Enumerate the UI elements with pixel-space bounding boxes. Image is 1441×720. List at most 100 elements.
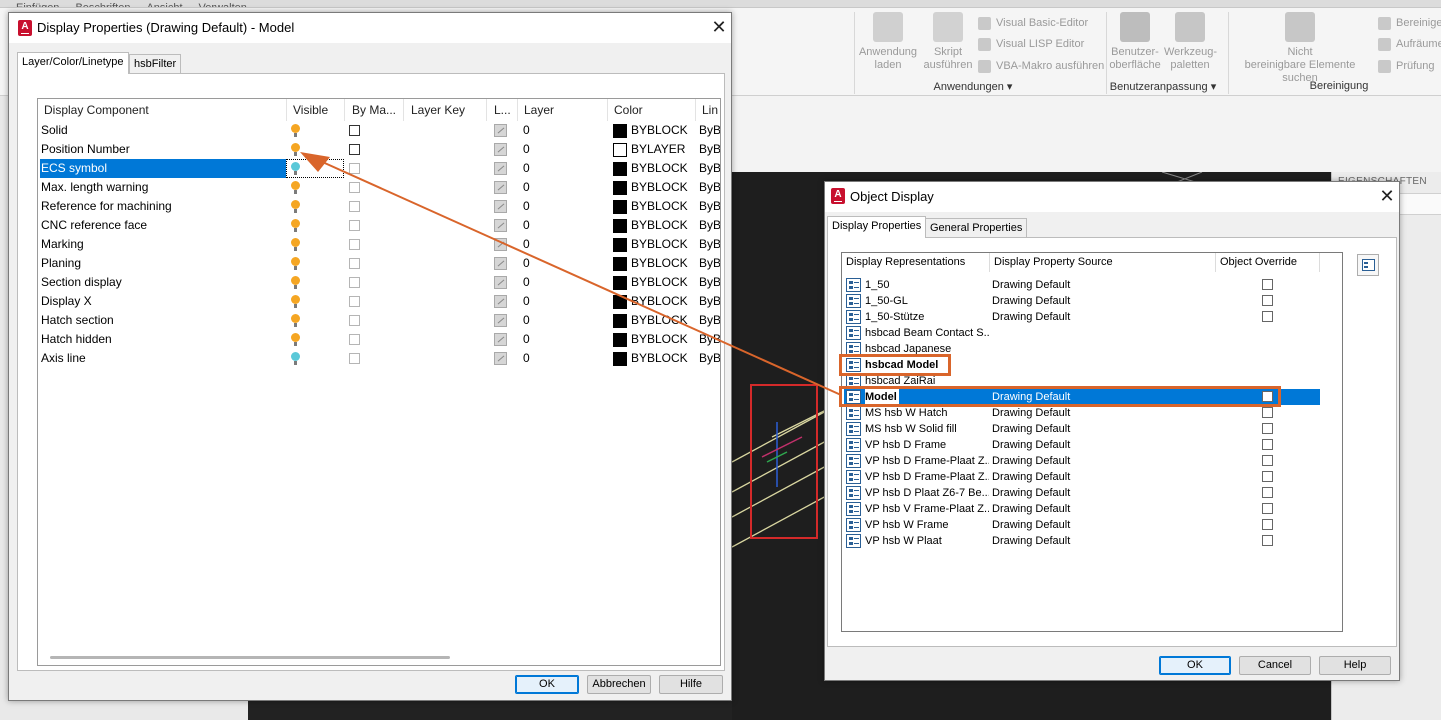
table-row[interactable]: Axis line 0 BYBLOCK ByB — [38, 349, 720, 368]
edit-display-properties-icon[interactable] — [1357, 254, 1379, 276]
help-button[interactable]: Help — [1319, 656, 1391, 675]
by-material-checkbox[interactable] — [349, 258, 360, 269]
table-row[interactable]: hsbcad Model — [844, 357, 1320, 373]
column-header[interactable]: Object Override — [1216, 253, 1320, 272]
object-override-checkbox[interactable] — [1262, 439, 1273, 450]
table-row[interactable]: Section display 0 BYBLOCK ByB — [38, 273, 720, 292]
lightbulb-icon[interactable] — [291, 352, 300, 365]
ribbon-small-button[interactable]: Bereinige — [1378, 17, 1441, 30]
object-override-checkbox[interactable] — [1262, 391, 1273, 402]
table-row[interactable]: Planing 0 BYBLOCK ByB — [38, 254, 720, 273]
layer-key-lock-icon[interactable] — [494, 276, 507, 289]
color-value[interactable]: BYBLOCK — [631, 311, 695, 330]
by-material-checkbox[interactable] — [349, 353, 360, 364]
by-material-checkbox[interactable] — [349, 277, 360, 288]
by-material-checkbox[interactable] — [349, 201, 360, 212]
table-row[interactable]: VP hsb D Frame-Plaat Z... Drawing Default — [844, 453, 1320, 469]
layer-key-lock-icon[interactable] — [494, 162, 507, 175]
table-row[interactable]: Hatch section 0 BYBLOCK ByB — [38, 311, 720, 330]
by-material-checkbox[interactable] — [349, 125, 360, 136]
layer-key-lock-icon[interactable] — [494, 314, 507, 327]
table-row[interactable]: Position Number 0 BYLAYER ByB — [38, 140, 720, 159]
tab-hsbfilter[interactable]: hsbFilter — [129, 54, 182, 74]
table-row[interactable]: Display X 0 BYBLOCK ByB — [38, 292, 720, 311]
layer-key-lock-icon[interactable] — [494, 238, 507, 251]
color-value[interactable]: BYBLOCK — [631, 235, 695, 254]
column-header[interactable]: L... — [488, 99, 518, 121]
lightbulb-icon[interactable] — [291, 314, 300, 327]
display-components-table[interactable]: Display Component Visible By Ma... Layer Ke… — [37, 98, 721, 666]
linetype-value[interactable]: ByB — [699, 121, 720, 140]
by-material-checkbox[interactable] — [349, 239, 360, 250]
table-row[interactable]: VP hsb V Frame-Plaat Z... Drawing Default — [844, 501, 1320, 517]
table-row[interactable]: VP hsb W Frame Drawing Default — [844, 517, 1320, 533]
table-row[interactable]: Reference for machining 0 BYBLOCK ByB — [38, 197, 720, 216]
lightbulb-icon[interactable] — [291, 200, 300, 213]
column-header[interactable]: Display Component — [38, 99, 287, 121]
linetype-value[interactable]: ByB — [699, 292, 720, 311]
table-row[interactable]: VP hsb W Plaat Drawing Default — [844, 533, 1320, 549]
layer-key-lock-icon[interactable] — [494, 181, 507, 194]
table-row[interactable]: Marking 0 BYBLOCK ByB — [38, 235, 720, 254]
color-value[interactable]: BYBLOCK — [631, 197, 695, 216]
object-override-checkbox[interactable] — [1262, 535, 1273, 546]
ribbon-small-button[interactable]: VBA-Makro ausführen — [978, 60, 1104, 73]
color-value[interactable]: BYBLOCK — [631, 121, 695, 140]
color-value[interactable]: BYBLOCK — [631, 178, 695, 197]
table-row[interactable]: hsbcad ZaiRai — [844, 373, 1320, 389]
tab-general-properties[interactable]: General Properties — [925, 218, 1028, 238]
lightbulb-icon[interactable] — [291, 143, 300, 156]
linetype-value[interactable]: ByB — [699, 254, 720, 273]
ribbon-button[interactable]: Anwendung laden — [858, 12, 918, 72]
ok-button[interactable]: OK — [515, 675, 579, 694]
lightbulb-icon[interactable] — [291, 238, 300, 251]
display-representations-table[interactable]: Display Representations Display Property … — [841, 252, 1343, 632]
table-row[interactable]: Model Drawing Default — [844, 389, 1320, 405]
ok-button[interactable]: OK — [1159, 656, 1231, 675]
ribbon-button[interactable]: Benutzer- oberfläche — [1108, 12, 1162, 72]
by-material-checkbox[interactable] — [349, 315, 360, 326]
linetype-value[interactable]: ByB — [699, 235, 720, 254]
table-row[interactable]: MS hsb W Hatch Drawing Default — [844, 405, 1320, 421]
object-override-checkbox[interactable] — [1262, 423, 1273, 434]
tab-layer-color-linetype[interactable]: Layer/Color/Linetype — [17, 52, 129, 74]
color-value[interactable]: BYBLOCK — [631, 330, 695, 349]
linetype-value[interactable]: ByB — [699, 349, 720, 368]
lightbulb-icon[interactable] — [291, 219, 300, 232]
linetype-value[interactable]: ByB — [699, 159, 720, 178]
column-header[interactable]: Layer Key — [405, 99, 487, 121]
color-value[interactable]: BYBLOCK — [631, 349, 695, 368]
by-material-checkbox[interactable] — [349, 296, 360, 307]
lightbulb-icon[interactable] — [291, 162, 300, 175]
by-material-checkbox[interactable] — [349, 163, 360, 174]
object-override-checkbox[interactable] — [1262, 487, 1273, 498]
linetype-value[interactable]: ByB — [699, 178, 720, 197]
color-value[interactable]: BYBLOCK — [631, 216, 695, 235]
column-header[interactable]: By Ma... — [346, 99, 404, 121]
layer-key-lock-icon[interactable] — [494, 352, 507, 365]
lightbulb-icon[interactable] — [291, 295, 300, 308]
cancel-button[interactable]: Abbrechen — [587, 675, 651, 694]
ribbon-small-button[interactable]: Visual Basic-Editor — [978, 17, 1088, 30]
linetype-value[interactable]: ByB — [699, 140, 720, 159]
column-header[interactable]: Display Representations — [842, 253, 990, 272]
layer-key-lock-icon[interactable] — [494, 295, 507, 308]
linetype-value[interactable]: ByB — [699, 273, 720, 292]
table-row[interactable]: Max. length warning 0 BYBLOCK ByB — [38, 178, 720, 197]
lightbulb-icon[interactable] — [291, 333, 300, 346]
color-value[interactable]: BYBLOCK — [631, 254, 695, 273]
table-row[interactable]: VP hsb D Frame-Plaat Z... Drawing Default — [844, 469, 1320, 485]
table-row[interactable]: 1_50-GL Drawing Default — [844, 293, 1320, 309]
ribbon-group-label[interactable]: Benutzeranpassung ▾ — [1108, 80, 1218, 93]
linetype-value[interactable]: ByB — [699, 197, 720, 216]
by-material-checkbox[interactable] — [349, 144, 360, 155]
linetype-value[interactable]: ByB — [699, 311, 720, 330]
object-override-checkbox[interactable] — [1262, 407, 1273, 418]
object-override-checkbox[interactable] — [1262, 471, 1273, 482]
close-icon[interactable]: ✕ — [1375, 185, 1399, 207]
table-row[interactable]: hsbcad Japanese — [844, 341, 1320, 357]
lightbulb-icon[interactable] — [291, 124, 300, 137]
table-row[interactable]: MS hsb W Solid fill Drawing Default — [844, 421, 1320, 437]
ribbon-group-label[interactable]: Bereinigung — [1280, 80, 1398, 92]
horizontal-scrollbar[interactable] — [50, 656, 450, 659]
